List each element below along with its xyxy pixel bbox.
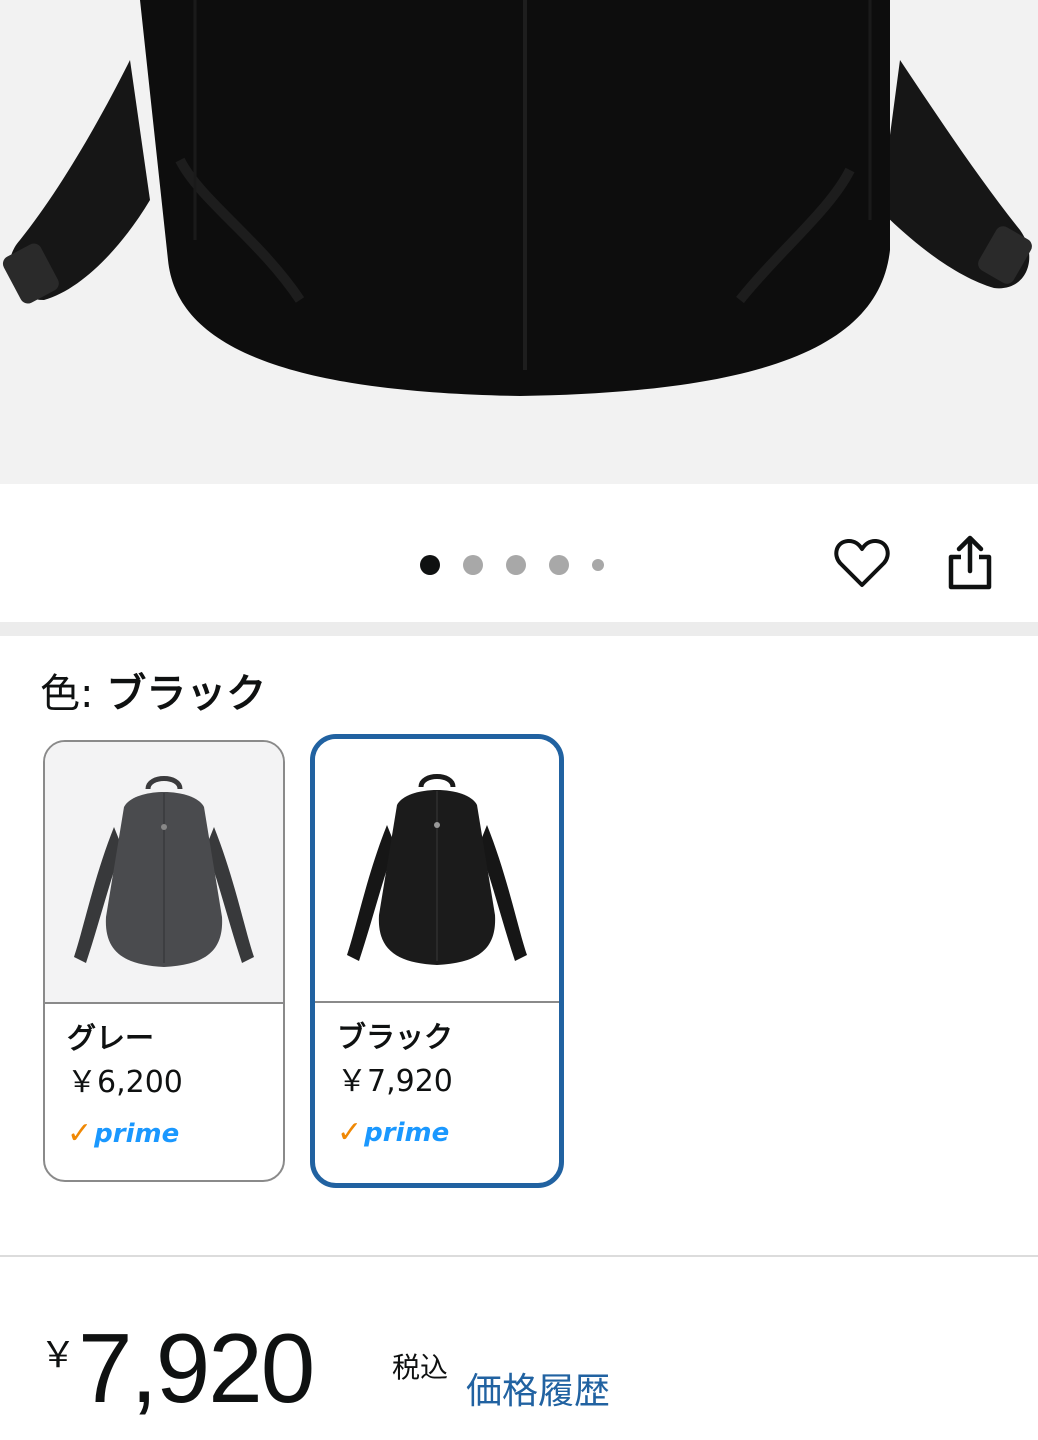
price-currency: ￥ (40, 1335, 77, 1376)
prime-badge: ✓ prime (67, 1118, 283, 1150)
color-option-name: ブラック (337, 1020, 454, 1054)
color-label-value: ブラック (106, 671, 267, 717)
color-option-price: ￥7,920 (337, 1064, 453, 1099)
tax-note: 税込 (392, 1351, 449, 1384)
share-button[interactable] (940, 533, 1000, 593)
carousel-dot[interactable] (592, 559, 604, 571)
gray-backpack-image (74, 776, 254, 967)
black-backpack-image (347, 774, 527, 965)
carousel-dot[interactable] (420, 555, 440, 575)
section-divider (0, 622, 1038, 636)
color-option-gray[interactable]: グレー ￥6,200 ✓ prime (43, 740, 285, 1182)
heart-icon (834, 538, 890, 587)
share-icon (948, 535, 992, 590)
color-option-thumbnail (315, 739, 559, 1003)
color-label-key: 色: (40, 671, 94, 717)
color-option-thumbnail (45, 742, 283, 1004)
color-option-black[interactable]: ブラック ￥7,920 ✓ prime (310, 734, 564, 1188)
carousel-dots[interactable] (420, 553, 627, 577)
price-block: ￥ 7,920 税込 価格履歴 (40, 1318, 1020, 1428)
prime-badge: ✓ prime (337, 1117, 559, 1149)
prime-label: prime (94, 1119, 180, 1149)
prime-label: prime (364, 1118, 450, 1148)
backpack-image (0, 0, 1038, 484)
prime-check-icon: ✓ (337, 1115, 363, 1150)
carousel-dot[interactable] (549, 555, 569, 575)
favorite-button[interactable] (832, 533, 892, 593)
color-option-name: グレー (67, 1021, 155, 1055)
section-divider (0, 1255, 1038, 1257)
color-option-price: ￥6,200 (67, 1065, 183, 1100)
color-label: 色: ブラック (40, 668, 266, 720)
product-image-hero[interactable] (0, 0, 1038, 484)
prime-check-icon: ✓ (67, 1116, 93, 1151)
price-amount: 7,920 (78, 1313, 315, 1423)
carousel-dot[interactable] (463, 555, 483, 575)
carousel-dot[interactable] (506, 555, 526, 575)
price-history-link[interactable]: 価格履歴 (466, 1370, 610, 1414)
